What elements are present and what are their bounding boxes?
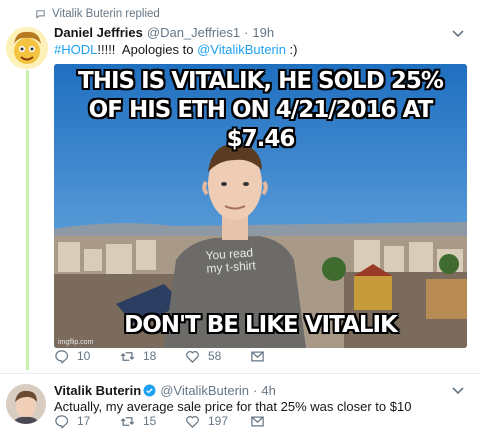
meme-caption-bottom: DON'T BE LIKE VITALIK: [124, 312, 398, 338]
chevron-down-icon[interactable]: [452, 387, 464, 395]
tweet1-media-image[interactable]: You read my t-shirt THIS IS VITALIK, HE …: [54, 64, 467, 348]
tweet1-timestamp[interactable]: 19h: [252, 25, 274, 40]
shirt-text: You read my t-shirt: [205, 245, 257, 276]
reply-icon: [55, 349, 69, 364]
reply-context: Vitalik Buterin replied: [35, 8, 160, 20]
tweet2-text: Actually, my average sale price for that…: [54, 399, 412, 414]
like-button[interactable]: 58: [185, 349, 221, 364]
envelope-icon: [251, 416, 264, 426]
tweet1-header: Daniel Jeffries @Dan_Jeffries1 · 19h: [54, 25, 274, 40]
tweet1-separator: ·: [244, 25, 249, 40]
like-count: 197: [208, 414, 229, 428]
retweet-icon: [120, 351, 135, 361]
heart-icon: [186, 415, 199, 428]
retweet-icon: [120, 416, 135, 426]
mention-link[interactable]: @VitalikButerin: [197, 42, 286, 57]
retweet-button[interactable]: 15: [120, 414, 156, 429]
like-button[interactable]: 197: [185, 414, 228, 429]
avatar-vitalik-buterin[interactable]: [6, 384, 46, 424]
hashtag-link[interactable]: #HODL: [54, 42, 97, 57]
tweet1-text-end: :): [285, 42, 298, 57]
like-count: 58: [208, 349, 222, 363]
retweet-count: 15: [143, 414, 157, 428]
reply-context-text: Vitalik Buterin replied: [52, 8, 160, 20]
tweet2-header: Vitalik Buterin @VitalikButerin · 4h: [54, 382, 276, 398]
tweet2-timestamp[interactable]: 4h: [261, 383, 275, 398]
tweet1-text-mid: !!!!! Apologies to: [97, 42, 198, 57]
reply-count: 10: [77, 349, 91, 363]
meme-caption-line2: OF HIS ETH ON 4/21/2016 AT $7.46: [88, 97, 434, 152]
tweet2-author-name[interactable]: Vitalik Buterin: [54, 383, 141, 398]
verified-badge-icon: [143, 384, 156, 397]
imgflip-watermark: imgflip.com: [58, 339, 94, 346]
comment-icon: [36, 9, 45, 19]
avatar-daniel-jeffries[interactable]: [6, 27, 48, 69]
reply-icon: [55, 414, 69, 429]
chevron-down-icon[interactable]: [452, 30, 464, 38]
tweet-divider: [0, 373, 480, 374]
tweet2-separator: ·: [253, 383, 258, 398]
tweet1-author-name[interactable]: Daniel Jeffries: [54, 25, 143, 40]
tweet1-text: #HODL!!!!! Apologies to @VitalikButerin …: [54, 42, 298, 57]
thread-connector-line: [26, 70, 29, 370]
tweet1-author-handle[interactable]: @Dan_Jeffries1: [147, 25, 240, 40]
direct-message-button[interactable]: [250, 349, 265, 364]
reply-button[interactable]: 17: [54, 414, 90, 429]
heart-icon: [186, 350, 199, 363]
reply-count: 17: [77, 414, 91, 428]
retweet-button[interactable]: 18: [120, 349, 156, 364]
direct-message-button[interactable]: [250, 414, 265, 429]
meme-caption-line1: THIS IS VITALIK, HE SOLD 25%: [78, 68, 444, 94]
reply-button[interactable]: 10: [54, 349, 90, 364]
retweet-count: 18: [143, 349, 157, 363]
envelope-icon: [251, 351, 264, 361]
tweet2-author-handle[interactable]: @VitalikButerin: [160, 383, 249, 398]
